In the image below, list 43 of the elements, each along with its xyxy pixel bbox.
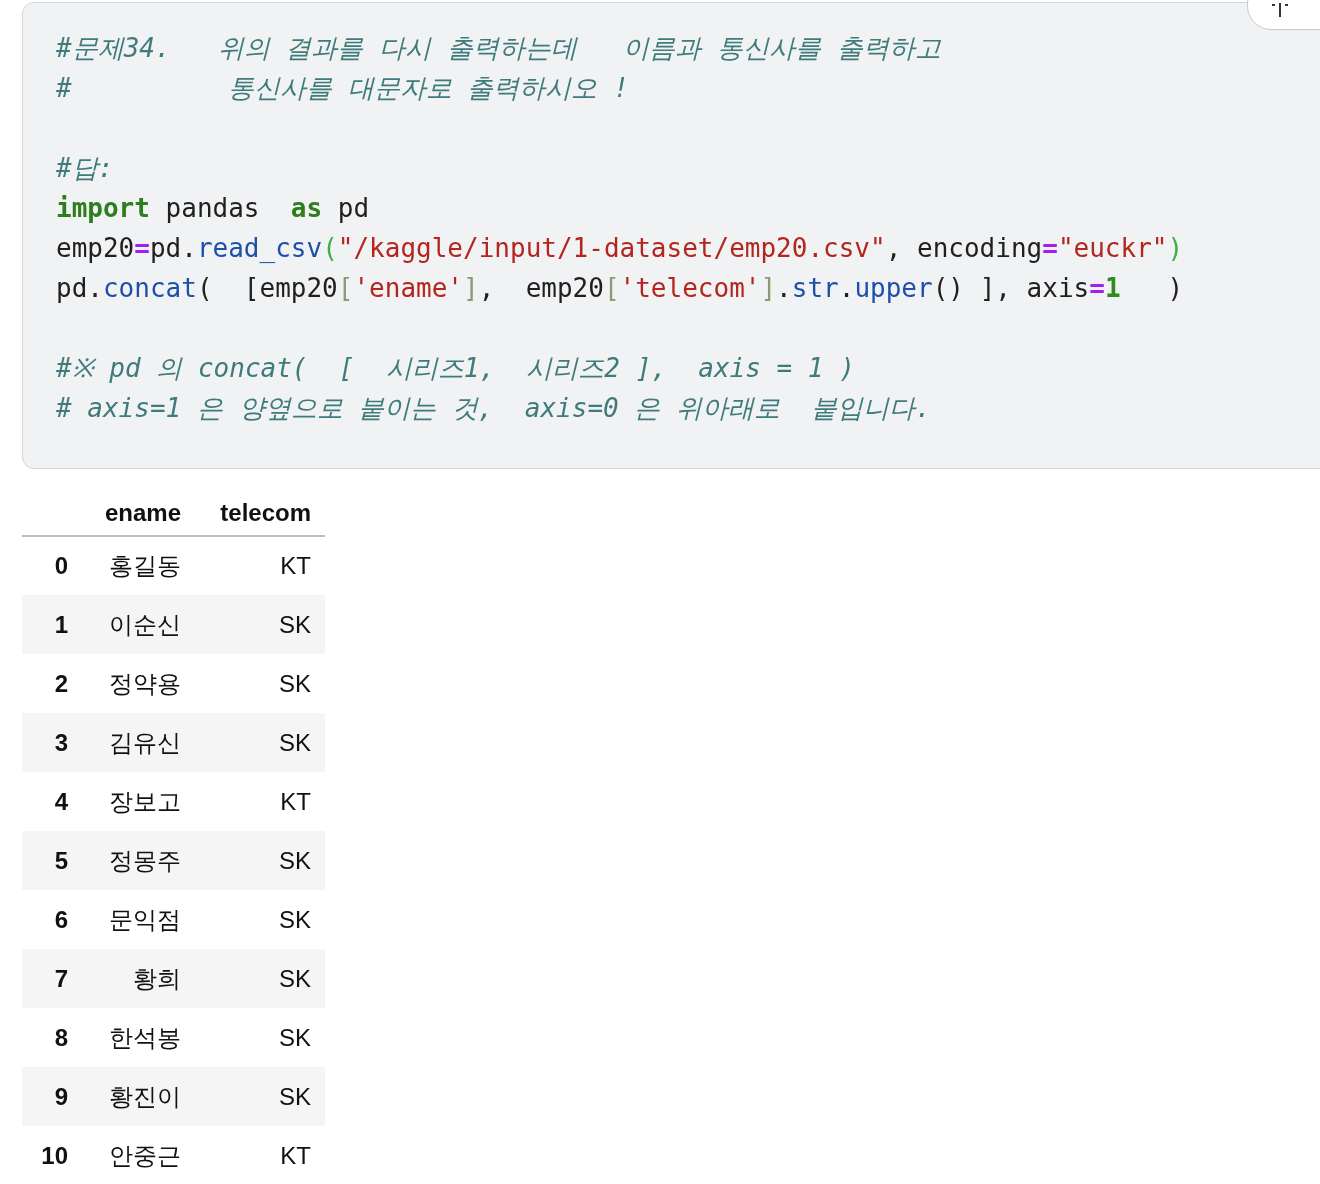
column-header: telecom <box>220 499 311 526</box>
code-line: # 통신사를 대문자로 출력하시오 ! <box>56 72 629 105</box>
table-cell: KT <box>280 1141 311 1169</box>
table-cell: 김유신 <box>109 728 181 756</box>
code-line: emp20=pd.read_csv("/kaggle/input/1-dataset/emp20.csv", encoding="euckr") <box>56 232 1184 265</box>
row-index: 2 <box>54 669 68 697</box>
table-cell: SK <box>279 905 311 933</box>
row-index: 4 <box>54 787 68 815</box>
table-cell: SK <box>279 1082 311 1110</box>
code-line: #※ pd 의 concat( [ 시리즈1, 시리즈2 ], axis = 1 ) <box>56 352 855 385</box>
row-index: 7 <box>54 964 68 992</box>
code-line: # axis=1 은 양옆으로 붙이는 것, axis=0 은 위아래로 붙입니다. <box>56 392 931 425</box>
table-cell: KT <box>280 552 311 579</box>
row-index: 1 <box>54 610 68 638</box>
table-cell: 정몽주 <box>109 846 181 874</box>
table-cell: SK <box>279 610 311 638</box>
table-cell: 정약용 <box>109 669 181 697</box>
row-index: 3 <box>54 728 68 756</box>
table-cell: 이순신 <box>109 610 181 638</box>
row-index: 5 <box>54 846 68 874</box>
table-cell: 홍길동 <box>109 552 181 579</box>
row-index: 10 <box>41 1141 68 1169</box>
code-line: import pandas as pd <box>56 192 370 225</box>
table-cell: SK <box>279 1023 311 1051</box>
code-line: #문제34. 위의 결과를 다시 출력하는데 이름과 통신사를 출력하고 <box>56 32 941 65</box>
column-header: ename <box>104 499 181 526</box>
table-cell: SK <box>279 728 311 756</box>
table-cell: 안중근 <box>109 1141 181 1169</box>
row-index: 0 <box>54 552 68 579</box>
table-cell: 장보고 <box>109 787 181 815</box>
table-cell: 한석봉 <box>109 1023 181 1051</box>
table-cell: KT <box>280 787 311 815</box>
table-cell: SK <box>279 964 311 992</box>
row-index: 9 <box>54 1082 68 1110</box>
code-line: #답: <box>56 152 114 185</box>
table-cell: 문익점 <box>109 905 181 933</box>
table-cell: 황진이 <box>109 1082 181 1110</box>
row-index: 6 <box>54 905 68 933</box>
row-index: 8 <box>54 1023 68 1051</box>
code-line: pd.concat( [emp20['ename'], emp20['telecom'].str.upper() ], axis=1 ) <box>56 272 1184 305</box>
table-cell: SK <box>279 846 311 874</box>
table-cell: 황희 <box>133 964 181 992</box>
table-cell: SK <box>279 669 311 697</box>
